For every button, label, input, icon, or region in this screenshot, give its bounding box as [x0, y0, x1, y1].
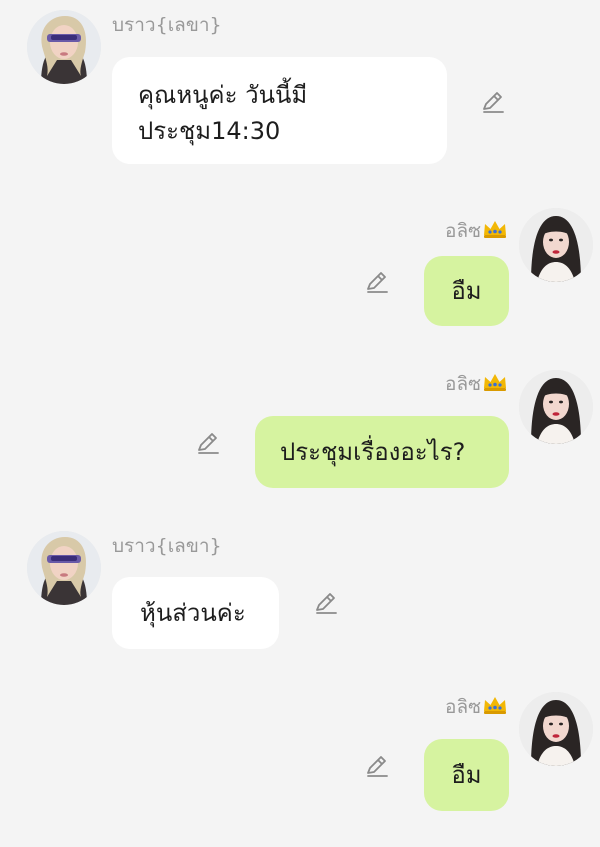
- crown-icon: [482, 219, 508, 239]
- message-text: อืม: [451, 761, 482, 789]
- avatar[interactable]: [519, 208, 593, 282]
- avatar[interactable]: [519, 692, 593, 766]
- pencil-icon[interactable]: [313, 590, 339, 616]
- message-text: ประชุมเรื่องอะไร?: [280, 438, 466, 466]
- sender-name: บราว{เลขา}: [112, 535, 222, 557]
- message-text: คุณหนูค่ะ วันนี้มีประชุม14:30: [138, 81, 308, 145]
- crown-icon: [482, 695, 508, 715]
- sender-name-text: อลิซ: [445, 696, 481, 718]
- sender-name-text: อลิซ: [445, 373, 481, 395]
- message-bubble[interactable]: คุณหนูค่ะ วันนี้มีประชุม14:30: [112, 57, 447, 164]
- avatar[interactable]: [519, 370, 593, 444]
- avatar[interactable]: [27, 10, 101, 84]
- crown-icon: [482, 372, 508, 392]
- pencil-icon[interactable]: [195, 430, 221, 456]
- avatar[interactable]: [27, 531, 101, 605]
- message-bubble[interactable]: อืม: [424, 256, 509, 326]
- message-bubble[interactable]: อืม: [424, 739, 509, 811]
- sender-name: อลิซ: [445, 694, 508, 720]
- pencil-icon[interactable]: [364, 269, 390, 295]
- message-bubble[interactable]: ประชุมเรื่องอะไร?: [255, 416, 509, 488]
- sender-name-text: อลิซ: [445, 220, 481, 242]
- sender-name: บราว{เลขา}: [112, 14, 222, 36]
- sender-name: อลิซ: [445, 218, 508, 244]
- message-bubble[interactable]: หุ้นส่วนค่ะ: [112, 577, 279, 649]
- pencil-icon[interactable]: [364, 753, 390, 779]
- message-text: หุ้นส่วนค่ะ: [140, 599, 246, 627]
- sender-name: อลิซ: [445, 371, 508, 397]
- message-text: อืม: [451, 277, 482, 305]
- pencil-icon[interactable]: [480, 89, 506, 115]
